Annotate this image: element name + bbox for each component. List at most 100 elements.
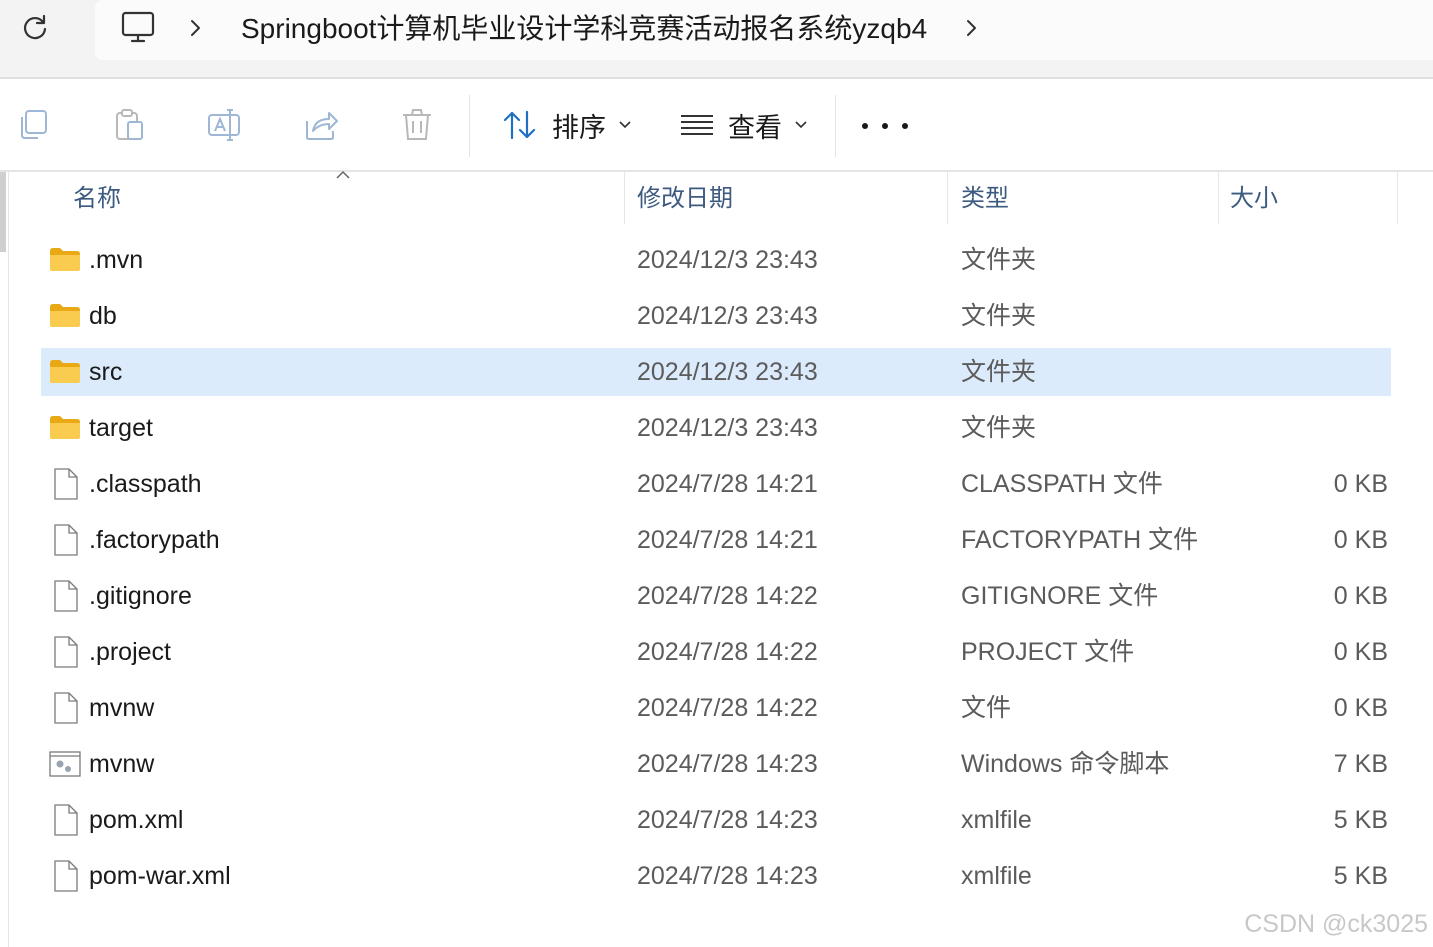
file-modified-date: 2024/12/3 23:43 [637,302,818,330]
file-name: pom.xml [89,806,184,834]
file-modified-date: 2024/12/3 23:43 [637,246,818,274]
more-dot-icon [862,123,868,129]
file-row[interactable]: target 2024/12/3 23:43 文件夹 [41,404,1391,452]
file-modified-date: 2024/7/28 14:23 [637,750,818,778]
file-type: GITIGNORE 文件 [961,582,1159,610]
file-modified-date: 2024/12/3 23:43 [637,414,818,442]
folder-icon [49,411,81,445]
column-headers: 名称 修改日期 类型 大小 [0,172,1433,224]
paste-icon[interactable] [111,107,147,143]
file-type: 文件夹 [961,302,1037,330]
file-name: target [89,414,153,442]
column-divider[interactable] [1397,172,1398,224]
file-size: 5 KB [1333,806,1388,834]
column-divider[interactable] [624,172,625,224]
file-modified-date: 2024/12/3 23:43 [637,358,818,386]
chevron-right-icon[interactable] [962,14,982,42]
file-type: xmlfile [961,862,1032,890]
sort-ascending-icon [336,170,350,179]
file-row[interactable]: .gitignore 2024/7/28 14:22 GITIGNORE 文件 0 K… [41,572,1391,620]
refresh-icon [23,14,47,40]
file-name: mvnw [89,694,155,722]
file-row[interactable]: .project 2024/7/28 14:22 PROJECT 文件 0 KB [41,628,1391,676]
file-type: PROJECT 文件 [961,638,1135,666]
file-type: 文件夹 [961,358,1037,386]
sort-label: 排序 [552,112,606,143]
file-name: .factorypath [89,526,220,554]
sort-icon [503,110,536,140]
file-size: 0 KB [1333,582,1388,610]
file-row[interactable]: mvnw 2024/7/28 14:23 Windows 命令脚本 7 KB [41,740,1391,788]
file-type: FACTORYPATH 文件 [961,526,1199,554]
file-modified-date: 2024/7/28 14:22 [637,582,818,610]
file-row[interactable]: .mvn 2024/12/3 23:43 文件夹 [41,236,1391,284]
view-button[interactable]: 查看 [680,101,808,149]
file-size: 0 KB [1333,470,1388,498]
more-dot-icon [902,123,908,129]
more-options-button[interactable] [862,109,908,143]
script-icon [49,747,81,781]
file-name: .gitignore [89,582,192,610]
file-size: 7 KB [1333,750,1388,778]
toolbar-separator [835,95,836,157]
list-view-icon [681,115,713,135]
chevron-down-icon [619,121,631,129]
more-dot-icon [882,123,888,129]
file-name: .project [89,638,171,666]
folder-icon [49,355,81,389]
command-bar: 排序 查看 [0,79,1433,172]
file-icon [49,523,81,557]
file-row[interactable]: mvnw 2024/7/28 14:22 文件 0 KB [41,684,1391,732]
file-size: 0 KB [1333,638,1388,666]
address-bar: Springboot计算机毕业设计学科竞赛活动报名系统yzqb4 [0,0,1433,79]
file-row[interactable]: db 2024/12/3 23:43 文件夹 [41,292,1391,340]
file-icon [49,859,81,893]
file-modified-date: 2024/7/28 14:23 [637,806,818,834]
file-icon [49,691,81,725]
file-name: .mvn [89,246,144,274]
file-type: Windows 命令脚本 [961,750,1170,778]
rename-icon[interactable] [206,107,242,143]
chevron-down-icon [795,121,807,129]
file-name: mvnw [89,750,155,778]
chevron-right-icon[interactable] [186,14,206,42]
file-type: xmlfile [961,806,1032,834]
file-name: .classpath [89,470,202,498]
file-modified-date: 2024/7/28 14:22 [637,638,818,666]
file-icon [49,803,81,837]
folder-icon [49,299,81,333]
column-header-name[interactable]: 名称 [73,172,121,224]
file-row[interactable]: .classpath 2024/7/28 14:21 CLASSPATH 文件 0 K… [41,460,1391,508]
column-divider[interactable] [1218,172,1219,224]
sort-button[interactable]: 排序 [502,101,632,149]
share-icon[interactable] [303,107,339,143]
file-modified-date: 2024/7/28 14:23 [637,862,818,890]
file-row[interactable]: pom.xml 2024/7/28 14:23 xmlfile 5 KB [41,796,1391,844]
file-modified-date: 2024/7/28 14:21 [637,526,818,554]
file-row[interactable]: .factorypath 2024/7/28 14:21 FACTORYPATH 文… [41,516,1391,564]
file-icon [49,579,81,613]
file-modified-date: 2024/7/28 14:22 [637,694,818,722]
file-row[interactable]: src 2024/12/3 23:43 文件夹 [41,348,1391,396]
this-pc-icon[interactable] [118,10,158,46]
file-name: pom-war.xml [89,862,231,890]
column-header-type[interactable]: 类型 [961,172,1009,224]
column-header-size[interactable]: 大小 [1230,172,1278,224]
file-name: db [89,302,117,330]
watermark: CSDN @ck3025 [1244,910,1428,938]
file-size: 0 KB [1333,694,1388,722]
column-header-modified[interactable]: 修改日期 [637,172,733,224]
file-icon [49,635,81,669]
file-icon [49,467,81,501]
file-row[interactable]: pom-war.xml 2024/7/28 14:23 xmlfile 5 KB [41,852,1391,900]
file-type: 文件夹 [961,414,1037,442]
breadcrumb-current-folder[interactable]: Springboot计算机毕业设计学科竞赛活动报名系统yzqb4 [241,10,927,50]
folder-icon [49,243,81,277]
column-divider[interactable] [947,172,948,224]
refresh-button[interactable] [14,8,56,48]
delete-icon[interactable] [399,107,435,143]
file-modified-date: 2024/7/28 14:21 [637,470,818,498]
file-type: 文件夹 [961,246,1037,274]
copy-icon[interactable] [16,107,52,143]
file-type: 文件 [961,694,1012,722]
